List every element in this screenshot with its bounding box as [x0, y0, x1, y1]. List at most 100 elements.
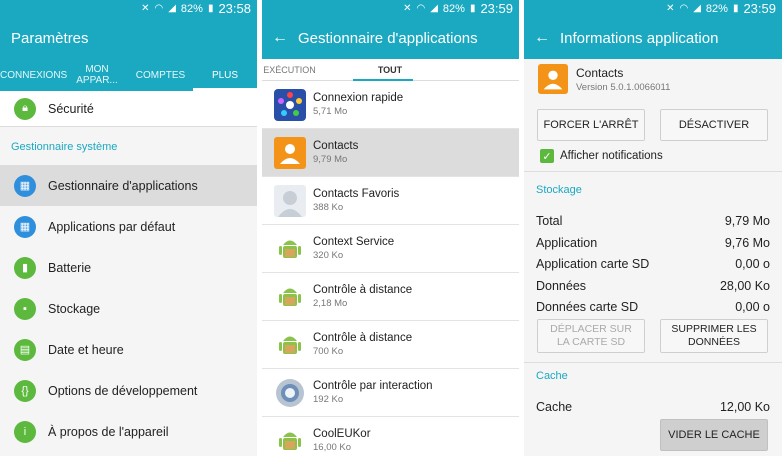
settings-item-securite[interactable]: 🔒︎ Sécurité [0, 91, 257, 126]
app-size: 192 Ko [313, 394, 344, 405]
android-icon [274, 233, 306, 265]
app-list-item[interactable]: CoolEUKor 16,00 Ko [262, 417, 519, 456]
app-size: 16,00 Ko [313, 442, 352, 453]
tab-tout[interactable]: TOUT [317, 65, 463, 80]
disable-button[interactable]: DÉSACTIVER [660, 109, 768, 141]
quick-connect-icon [274, 88, 306, 121]
app-size: 388 Ko [313, 202, 344, 213]
tab-indicator [193, 88, 257, 91]
mute-icon: ✕ [141, 3, 150, 14]
clock: 23:59 [743, 1, 776, 16]
app-bar: ← Gestionnaire d'applications [262, 17, 519, 59]
storage-value: 0,00 o [735, 300, 770, 314]
settings-item-default-apps[interactable]: ▦ Applications par défaut [0, 206, 257, 247]
show-notifications-label: Afficher notifications [560, 150, 663, 162]
clear-data-button[interactable]: SUPPRIMER LES DONNÉES [660, 319, 768, 353]
storage-row: Données carte SD 0,00 o [536, 300, 770, 314]
storage-label: Application [536, 236, 598, 250]
battery-icon: ▮ [207, 3, 214, 14]
app-size: 2,18 Mo [313, 298, 348, 309]
wifi-icon: ◠ [154, 3, 164, 14]
app-list-item[interactable]: Contrôle à distance 2,18 Mo [262, 273, 519, 321]
storage-label: Données [536, 279, 587, 293]
settings-item-label: Applications par défaut [48, 219, 176, 234]
status-bar: ✕ ◠ ◢ 82% ▮ 23:58 [0, 0, 257, 17]
back-arrow-icon[interactable]: ← [524, 29, 560, 47]
settings-item-label: Gestionnaire d'applications [48, 178, 198, 193]
settings-item-battery[interactable]: ▮ Batterie [0, 247, 257, 288]
app-list-item[interactable]: Context Service 320 Ko [262, 225, 519, 273]
app-info-panel: ✕ ◠ ◢ 82% ▮ 23:59 ← Informations applica… [524, 0, 782, 456]
force-stop-button[interactable]: FORCER L'ARRÊT [537, 109, 645, 141]
battery-percent: 82% [180, 2, 203, 15]
storage-row: Données 28,00 Ko [536, 279, 770, 293]
apps-grid-icon: ▦ [14, 174, 36, 197]
tab-mon-appareil[interactable]: MON APPAR... [66, 64, 128, 86]
settings-item-developer[interactable]: {} Options de développement [0, 370, 257, 411]
settings-tabs: CONNEXIONS MON APPAR... COMPTES PLUS [0, 59, 257, 91]
app-list-item[interactable]: Contacts Favoris 388 Ko [262, 177, 519, 225]
signal-icon: ◢ [168, 3, 176, 14]
app-name: Contrôle à distance [313, 284, 413, 296]
settings-item-app-manager[interactable]: ▦ Gestionnaire d'applications [0, 165, 257, 206]
app-name: Contrôle à distance [313, 332, 413, 344]
show-notifications-row[interactable]: ✓ Afficher notifications [540, 149, 663, 163]
app-name: CoolEUKor [313, 428, 371, 440]
tab-execution[interactable]: EXÉCUTION [262, 65, 317, 80]
default-apps-icon: ▦ [14, 215, 36, 238]
settings-item-about[interactable]: i À propos de l'appareil [0, 411, 257, 452]
app-list-item[interactable]: Contrôle à distance 700 Ko [262, 321, 519, 369]
app-size: 5,71 Mo [313, 106, 348, 117]
storage-row: Total 9,79 Mo [536, 214, 770, 228]
app-list-item[interactable]: Connexion rapide 5,71 Mo [262, 81, 519, 129]
back-arrow-icon[interactable]: ← [262, 29, 298, 47]
calendar-icon: ▤ [14, 338, 36, 361]
android-icon [274, 425, 306, 456]
settings-item-label: Sécurité [48, 101, 94, 116]
settings-item-label: Batterie [48, 260, 92, 275]
status-bar: ✕ ◠ ◢ 82% ▮ 23:59 [524, 0, 782, 17]
app-size: 700 Ko [313, 346, 344, 357]
android-icon [274, 281, 306, 313]
contacts-icon [538, 64, 568, 94]
app-size: 320 Ko [313, 250, 344, 261]
info-icon: i [14, 420, 36, 443]
settings-item-label: Date et heure [48, 342, 124, 357]
checkbox-checked-icon[interactable]: ✓ [540, 149, 554, 163]
wifi-icon: ◠ [416, 3, 426, 14]
section-header: Gestionnaire système [11, 141, 118, 153]
cache-row: Cache 12,00 Ko [536, 400, 770, 414]
tab-comptes[interactable]: COMPTES [128, 70, 193, 81]
tab-connexions[interactable]: CONNEXIONS [0, 70, 67, 81]
storage-label: Application carte SD [536, 257, 650, 271]
clear-cache-button[interactable]: VIDER LE CACHE [660, 419, 768, 451]
app-version: Version 5.0.1.0066011 [576, 82, 671, 93]
tab-indicator [353, 79, 413, 81]
app-list-item[interactable]: Contrôle par interaction 192 Ko [262, 369, 519, 417]
app-name: Contacts [576, 66, 624, 80]
settings-item-date-time[interactable]: ▤ Date et heure [0, 329, 257, 370]
app-name: Contacts [313, 140, 359, 152]
tab-plus[interactable]: PLUS [193, 70, 257, 81]
storage-row: Application carte SD 0,00 o [536, 257, 770, 271]
app-name: Context Service [313, 236, 395, 248]
battery-icon: ▮ [14, 256, 36, 279]
app-icon [538, 64, 568, 99]
braces-icon: {} [14, 379, 36, 402]
storage-section-header: Stockage [536, 184, 582, 196]
settings-item-storage[interactable]: ▪ Stockage [0, 288, 257, 329]
battery-percent: 82% [442, 2, 465, 15]
storage-value: 28,00 Ko [719, 279, 770, 293]
android-icon [274, 329, 306, 361]
contacts-icon [274, 136, 306, 169]
signal-icon: ◢ [693, 3, 701, 14]
move-to-sd-button[interactable]: DÉPLACER SUR LA CARTE SD [537, 319, 645, 353]
page-title: Paramètres [11, 29, 89, 47]
app-manager-panel: ✕ ◠ ◢ 82% ▮ 23:59 ← Gestionnaire d'appli… [262, 0, 519, 456]
app-name: Connexion rapide [313, 92, 404, 104]
settings-item-label: À propos de l'appareil [48, 424, 169, 439]
divider [524, 362, 782, 363]
battery-icon: ▮ [732, 3, 739, 14]
app-name: Contrôle par interaction [313, 380, 433, 392]
app-list-item[interactable]: Contacts 9,79 Mo [262, 129, 519, 177]
